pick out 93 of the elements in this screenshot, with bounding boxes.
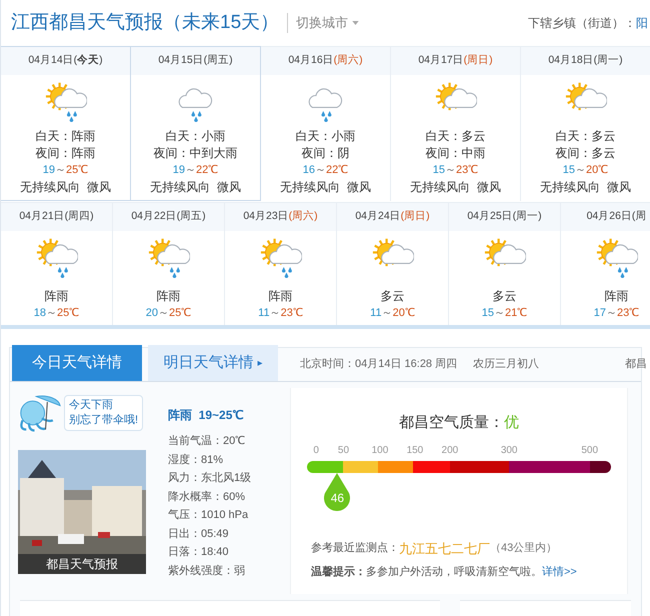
- location-text: 都昌: [625, 356, 647, 372]
- air-quality-title: 都昌空气质量：优: [399, 414, 519, 431]
- date-label: 04月22日(周五): [131, 209, 206, 224]
- day-weather: 白天：多云: [555, 128, 616, 145]
- wind-text: 无持续风向 微风: [410, 179, 501, 196]
- temperature: 15～23℃: [432, 163, 478, 178]
- date-label: 04月18日(周一): [548, 53, 623, 68]
- temperature: 11～20℃: [370, 306, 415, 321]
- detail-tab[interactable]: 今日天气详情: [12, 345, 142, 381]
- night-weather: 夜间：阴: [301, 145, 350, 162]
- condition-text: 阵雨: [268, 288, 292, 305]
- detail-line: 降水概率：60%: [168, 490, 246, 504]
- subdistrict-label: 下辖乡镇（街道）：: [528, 15, 636, 32]
- temperature: 19～22℃: [172, 163, 218, 178]
- day-weather: 白天：多云: [425, 128, 486, 145]
- date-label: 04月16日(周六): [288, 53, 363, 68]
- temperature: 11～23℃: [258, 306, 303, 321]
- temperature: 20～25℃: [146, 306, 192, 321]
- detail-line: 日落：18:40: [168, 545, 230, 560]
- detail-line: 风力：东北风1级: [168, 470, 252, 486]
- page-title: 江西都昌天气预报（未来15天）: [11, 10, 280, 35]
- caret-icon: [352, 21, 360, 25]
- night-weather: 夜间：中雨: [425, 145, 486, 162]
- date-label: 04月25日(周一): [467, 209, 542, 224]
- photo-caption: 都昌天气预报: [18, 554, 146, 574]
- day-weather: 白天：阵雨: [35, 128, 96, 145]
- forecast-day-card[interactable]: 04月25日(周一) 多云 15～21℃: [449, 202, 561, 325]
- day-weather: 白天：小雨: [295, 128, 356, 145]
- wind-text: 无持续风向 微风: [150, 179, 241, 196]
- temperature: 16～22℃: [302, 163, 348, 178]
- detail-line: 湿度：81%: [168, 452, 224, 468]
- sun-cloud-rain-icon: [36, 236, 78, 278]
- scale-label: 50: [338, 444, 350, 458]
- condition-text: 阵雨: [44, 288, 68, 305]
- detail-tab[interactable]: 明日天气详情 ▸: [148, 345, 278, 381]
- forecast-day-card[interactable]: 04月24日(周日) 多云 11～20℃: [337, 202, 449, 325]
- scale-label: 300: [500, 444, 518, 458]
- sun-cloud-rain-icon: [44, 80, 86, 122]
- temperature: 15～21℃: [482, 306, 528, 321]
- date-label: 04月21日(周四): [19, 209, 94, 224]
- condition-text: 阵雨: [604, 288, 628, 305]
- scale-label: 100: [372, 444, 388, 458]
- night-weather: 夜间：多云: [555, 145, 616, 162]
- forecast-day-card[interactable]: 04月16日(周六) 白天：小雨 夜间：阴 16～22℃ 无持续风向 微风: [261, 46, 391, 201]
- scale-label: 200: [442, 444, 458, 458]
- beijing-time: 北京时间：04月14日 16:28 周四: [300, 356, 458, 372]
- forecast-day-card[interactable]: 04月15日(周五) 白天：小雨 夜间：中到大雨 19～22℃ 无持续风向 微风: [131, 46, 261, 201]
- detail-line: 气压：1010 hPa: [168, 508, 250, 523]
- date-label: 04月17日(周日): [418, 53, 493, 68]
- forecast-day-card[interactable]: 04月21日(周四) 阵雨 18～25℃: [1, 202, 113, 325]
- scale-label: 500: [581, 444, 598, 458]
- today-summary: 阵雨 19~25℃: [168, 407, 244, 424]
- tip-bubble: 今天下雨 别忘了带伞哦!: [64, 395, 144, 431]
- detail-line: 当前气温：20℃: [168, 434, 246, 449]
- forecast-day-card[interactable]: 04月14日(今天) 白天：阵雨 夜间：阵雨 19～25℃ 无持续风向 微风: [1, 46, 131, 201]
- temperature: 18～25℃: [34, 306, 80, 321]
- sun-cloud-rain-icon: [260, 236, 302, 278]
- scale-label: 150: [406, 444, 424, 458]
- wind-text: 无持续风向 微风: [20, 179, 111, 196]
- day-weather: 白天：小雨: [165, 128, 226, 145]
- wind-text: 无持续风向 微风: [540, 179, 631, 196]
- forecast-day-card[interactable]: 04月18日(周一) 白天：多云 夜间：多云 15～20℃ 无持续风向 微风: [521, 46, 650, 201]
- forecast-day-card[interactable]: 04月22日(周五) 阵雨 20～25℃: [113, 202, 225, 325]
- date-label: 04月14日(今天): [28, 53, 103, 68]
- condition-text: 多云: [492, 288, 516, 305]
- date-label: 04月23日(周六): [243, 209, 318, 224]
- forecast-day-card[interactable]: 04月17日(周日) 白天：多云 夜间：中雨 15～23℃ 无持续风向 微风: [391, 46, 521, 201]
- forecast-day-card[interactable]: 04月23日(周六) 阵雨 11～23℃: [225, 202, 337, 325]
- date-label: 04月24日(周日): [355, 209, 430, 224]
- aqi-value: 46: [330, 490, 344, 506]
- forecast-day-card[interactable]: 04月26日(周 阵雨 17～23℃: [561, 202, 650, 325]
- temperature: 19～25℃: [42, 163, 88, 178]
- date-label: 04月15日(周五): [158, 53, 233, 68]
- station-label: 参考最近监测点：: [311, 540, 399, 556]
- temperature: 15～20℃: [562, 163, 608, 178]
- station-distance: （43公里内）: [490, 541, 558, 556]
- tip-text: 温馨提示：多参加户外活动，呼吸清新空气啦。: [311, 564, 542, 580]
- lunar-date: 农历三月初八: [473, 356, 540, 372]
- night-weather: 夜间：中到大雨: [153, 145, 238, 162]
- condition-text: 阵雨: [156, 288, 180, 305]
- sun-cloud-rain-icon: [148, 236, 190, 278]
- sun-cloud-rain-icon: [596, 236, 638, 278]
- wind-text: 无持续风向 微风: [280, 179, 371, 196]
- switch-city-dropdown[interactable]: 切换城市: [287, 13, 360, 33]
- detail-line: 紫外线强度：弱: [168, 564, 246, 578]
- subdistrict-link[interactable]: 阳: [636, 14, 648, 32]
- detail-line: 日出：05:49: [168, 526, 230, 542]
- temperature: 17～23℃: [594, 306, 640, 321]
- night-weather: 夜间：阵雨: [35, 145, 96, 162]
- condition-text: 多云: [380, 288, 404, 305]
- details-link[interactable]: 详情>>: [542, 564, 577, 580]
- scale-label: 0: [313, 444, 319, 458]
- date-label: 04月26日(周: [586, 209, 646, 224]
